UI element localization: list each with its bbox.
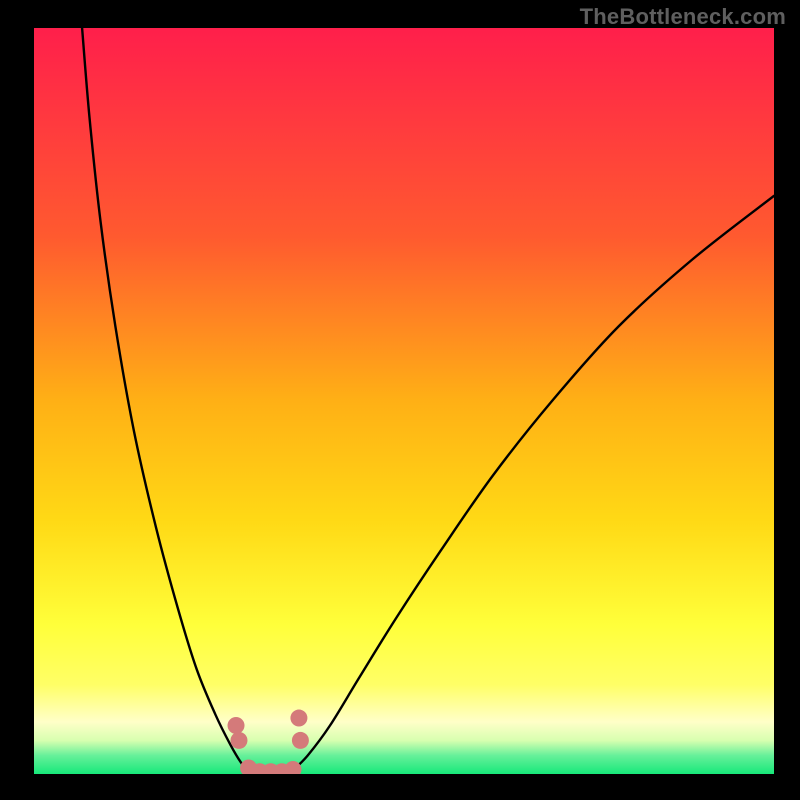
gradient-background: [34, 28, 774, 774]
data-point: [292, 732, 309, 749]
data-point: [290, 710, 307, 727]
data-point: [230, 732, 247, 749]
watermark-text: TheBottleneck.com: [580, 4, 786, 30]
data-point: [228, 717, 245, 734]
chart-frame: TheBottleneck.com: [0, 0, 800, 800]
plot-svg: [34, 28, 774, 774]
plot-area: [34, 28, 774, 774]
